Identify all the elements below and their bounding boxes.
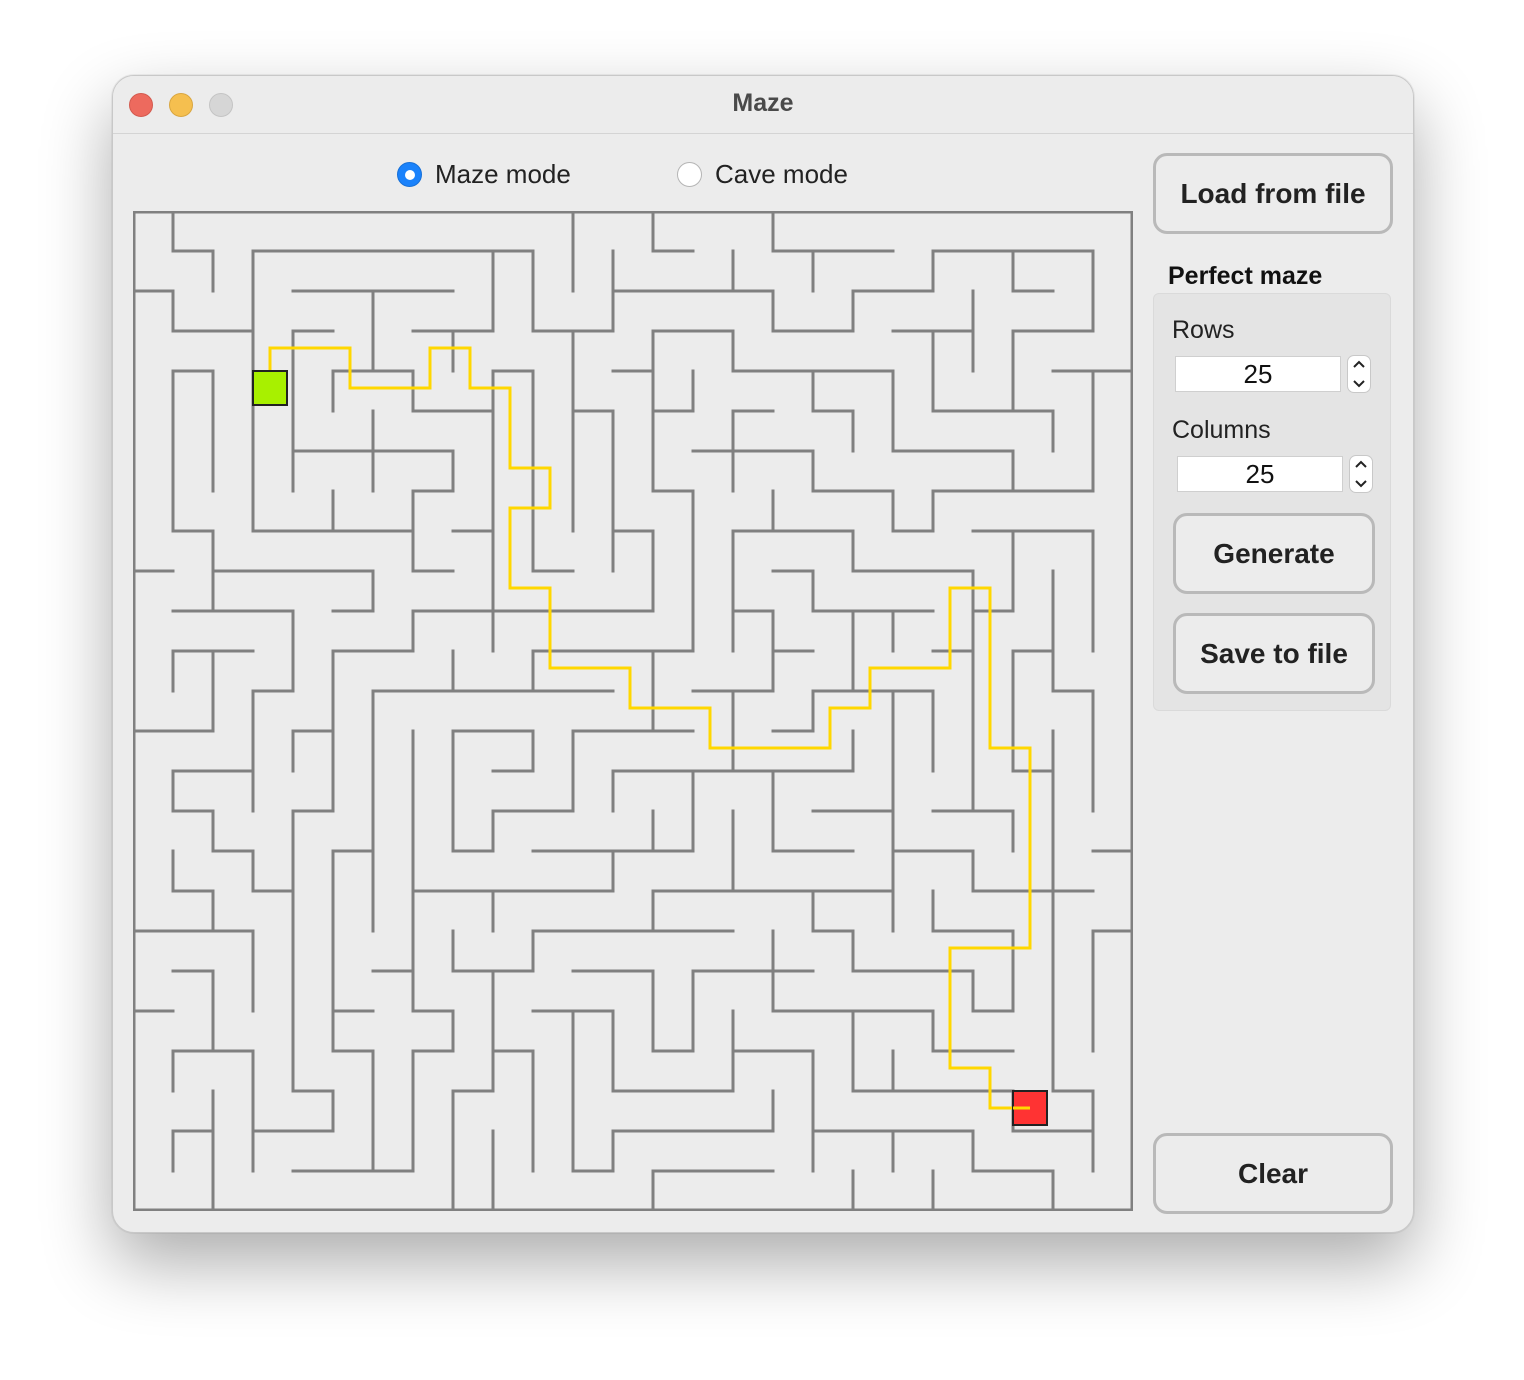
clear-button[interactable]: Clear <box>1153 1133 1393 1214</box>
columns-input[interactable]: 25 <box>1177 456 1343 492</box>
cave-mode-label: Cave mode <box>715 159 848 189</box>
columns-stepper[interactable] <box>1349 455 1373 493</box>
chevron-up-icon[interactable] <box>1353 360 1365 368</box>
chevron-down-icon[interactable] <box>1355 480 1367 488</box>
rows-stepper[interactable] <box>1347 355 1371 393</box>
save-to-file-button[interactable]: Save to file <box>1173 613 1375 694</box>
start-cell-marker[interactable] <box>252 370 288 406</box>
solution-path <box>268 346 1032 1110</box>
chevron-down-icon[interactable] <box>1353 380 1365 388</box>
cave-mode-radio[interactable] <box>677 162 702 187</box>
perfect-maze-title: Perfect maze <box>1168 262 1323 290</box>
maze-walls <box>131 209 1135 1213</box>
window-title: Maze <box>732 89 794 117</box>
maze-mode-radio[interactable] <box>397 162 422 187</box>
cave-mode-option[interactable]: Cave mode <box>677 159 848 190</box>
load-from-file-button[interactable]: Load from file <box>1153 153 1393 234</box>
app-window: Maze Maze mode Cave mode Load from file … <box>112 75 1414 1233</box>
maze-mode-label: Maze mode <box>435 159 571 189</box>
maze-border <box>132 210 1134 1212</box>
title-bar: Maze <box>113 76 1413 134</box>
columns-label: Columns <box>1172 416 1271 444</box>
maze-mode-option[interactable]: Maze mode <box>397 159 571 190</box>
generate-button[interactable]: Generate <box>1173 513 1375 594</box>
maze-canvas[interactable] <box>131 209 1135 1213</box>
maze-svg[interactable] <box>131 209 1135 1213</box>
rows-input[interactable]: 25 <box>1175 356 1341 392</box>
rows-label: Rows <box>1172 316 1235 344</box>
chevron-up-icon[interactable] <box>1355 460 1367 468</box>
